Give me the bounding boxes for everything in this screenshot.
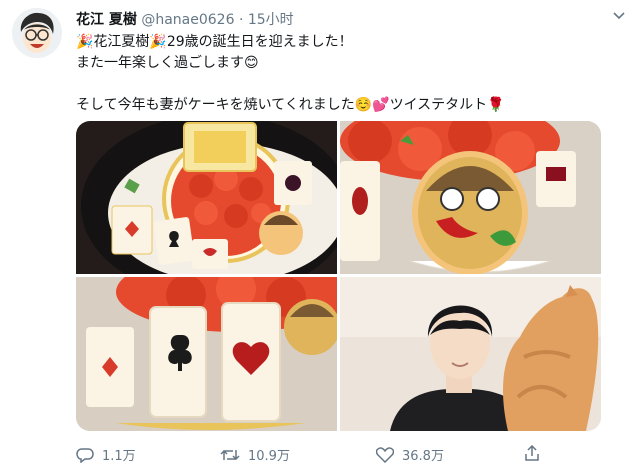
reply-button[interactable]: 1.1万 [76, 445, 136, 464]
retweet-button[interactable]: 10.9万 [220, 445, 290, 464]
tweet-actions: 1.1万 10.9万 36.8万 [76, 445, 616, 465]
user-handle[interactable]: @hanae0626 [141, 12, 234, 28]
separator-dot: · [238, 12, 244, 28]
photo-person-with-cat[interactable] [340, 277, 601, 431]
reply-count: 1.1万 [102, 449, 136, 464]
photo-character-cookie[interactable] [340, 121, 601, 274]
photo-grid [76, 121, 601, 431]
tweet-line-1: 🎉花江夏樹🎉29歳の誕生日を迎えました！ [76, 34, 353, 50]
photo-card-cookies[interactable] [76, 277, 337, 431]
display-name[interactable]: 花江 夏樹 [76, 12, 137, 28]
avatar[interactable] [12, 8, 62, 58]
timestamp[interactable]: 15小时 [248, 12, 294, 28]
like-count: 36.8万 [402, 449, 444, 464]
reply-icon [76, 447, 94, 463]
heart-icon [376, 446, 394, 463]
tweet-text: 🎉花江夏樹🎉29歳の誕生日を迎えました！ また一年楽しく過ごします😊 そして今年… [76, 32, 616, 116]
share-icon [525, 445, 539, 461]
photo-cake-overview[interactable] [76, 121, 337, 274]
tweet-line-2: また一年楽しく過ごします😊 [76, 55, 259, 71]
retweet-count: 10.9万 [248, 449, 290, 464]
like-button[interactable]: 36.8万 [376, 445, 444, 464]
share-button[interactable] [524, 445, 540, 461]
avatar-illustration [12, 8, 62, 58]
chevron-down-icon[interactable] [612, 10, 626, 24]
tweet-line-3: そして今年も妻がケーキを焼いてくれました☺️💕ツイステタルト🌹 [76, 97, 505, 113]
tweet-header: 花江 夏樹 @hanae0626 · 15小时 [76, 9, 294, 29]
retweet-icon [220, 449, 240, 460]
